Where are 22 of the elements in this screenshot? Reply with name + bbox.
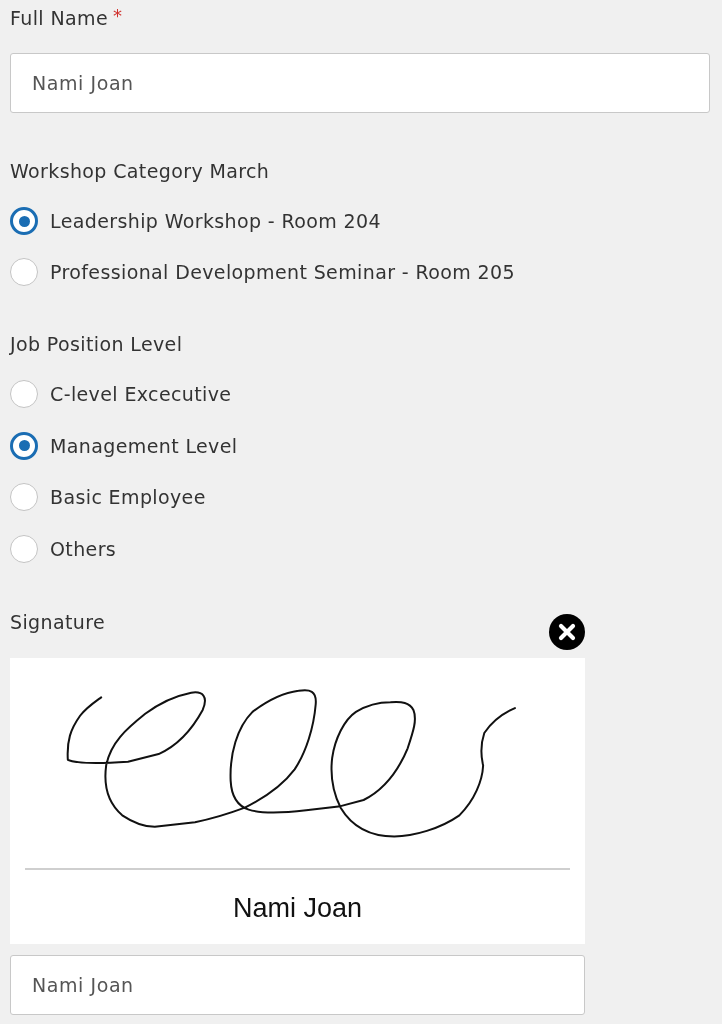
required-mark: * <box>113 4 122 28</box>
signer-name: Nami Joan <box>232 892 363 923</box>
group-label: Workshop Category March <box>10 159 271 184</box>
option-label: Basic Employee <box>50 485 206 510</box>
option-label: C-level Excecutive <box>50 382 232 407</box>
option-label: Professional Development Seminar - Room 205 <box>50 259 515 285</box>
radio-button[interactable] <box>10 380 38 409</box>
field-label: Full Name <box>10 5 108 31</box>
radio-button[interactable] <box>10 534 38 563</box>
radio-button[interactable] <box>10 258 38 286</box>
signature-pad[interactable]: Nami Joan <box>10 657 585 944</box>
radio-button[interactable] <box>10 207 38 235</box>
radio-button[interactable] <box>10 431 38 460</box>
field-label: Signature <box>10 609 106 635</box>
group-label: Job Position Level <box>10 332 184 357</box>
signature-name-input[interactable]: Nami Joan <box>10 954 585 1015</box>
option-label: Others <box>50 536 117 562</box>
close-icon[interactable] <box>549 613 585 650</box>
option-label: Management Level <box>50 433 238 459</box>
full-name-input[interactable]: Nami Joan <box>10 53 710 113</box>
option-label: Leadership Workshop - Room 204 <box>50 208 381 234</box>
radio-button[interactable] <box>10 483 38 512</box>
